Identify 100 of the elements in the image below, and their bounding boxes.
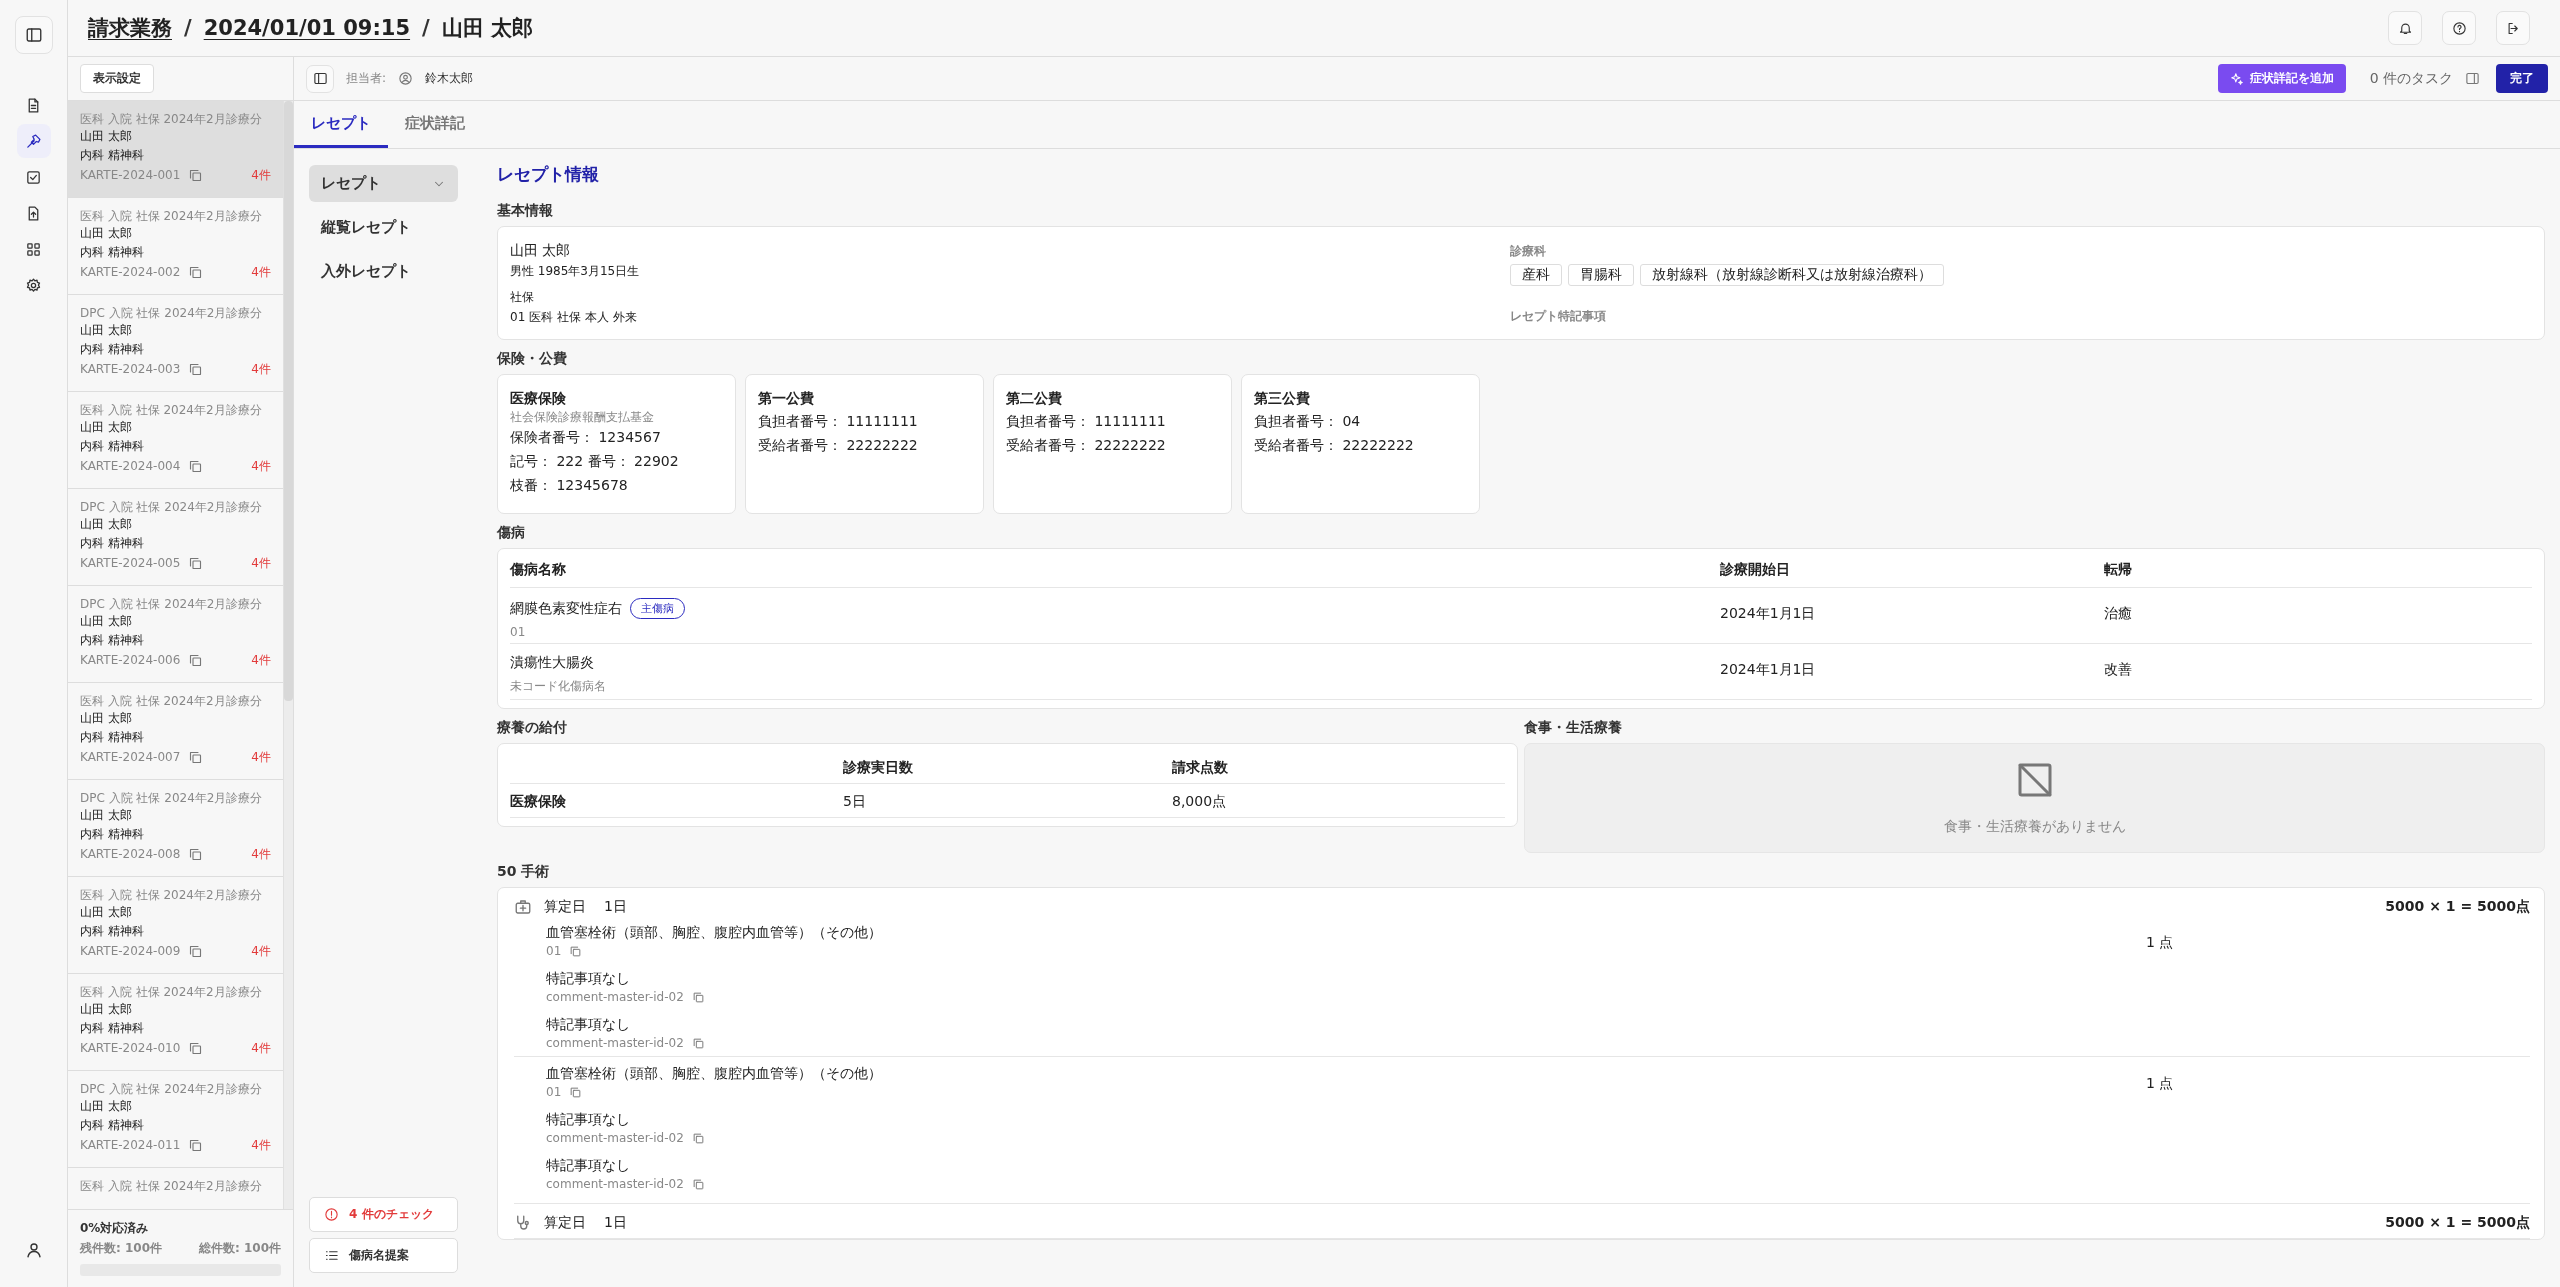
column-header: 請求点数	[1172, 759, 1229, 777]
user-circle-icon	[398, 71, 414, 86]
progress-label: 0%対応済み	[80, 1220, 150, 1237]
notifications-button[interactable]	[2388, 11, 2422, 45]
section-title: レセプト情報	[497, 163, 600, 186]
copy-icon[interactable]	[188, 1137, 204, 1153]
point-total: 5000 × 1 = 5000点	[2385, 1214, 2530, 1232]
logout-button[interactable]	[2496, 11, 2530, 45]
department-tag: 胃腸科	[1568, 264, 1634, 286]
record-category: 医科 入院 社保 2024年2月診療分	[80, 111, 263, 127]
patient-name: 山田 太郎	[80, 1001, 133, 1018]
record-category: 医科 入院 社保 2024年2月診療分	[80, 984, 263, 1000]
empty-message: 食事・生活療養がありません	[1943, 818, 2126, 836]
breadcrumb-link[interactable]: 2024/01/01 09:15	[203, 16, 411, 40]
copy-icon[interactable]	[188, 749, 204, 765]
sidebar-toggle-button[interactable]	[14, 16, 53, 54]
complete-button[interactable]: 完了	[2496, 64, 2548, 93]
field-label: 診療科	[1510, 243, 1547, 260]
patient-name: 山田 太郎	[510, 241, 572, 260]
copy-icon[interactable]	[188, 846, 204, 862]
section-heading: 食事・生活療養	[1524, 719, 1623, 737]
field-label: レセプト特記事項	[1510, 308, 1607, 325]
disease-code: 01	[510, 625, 527, 639]
patient-name: 山田 太郎	[80, 322, 133, 339]
breadcrumb-link[interactable]: 請求業務	[88, 14, 172, 42]
record-category: DPC 入院 社保 2024年2月診療分	[80, 1081, 264, 1097]
logout-icon	[2505, 20, 2521, 36]
section-nav-item[interactable]: レセプト	[309, 165, 458, 202]
side-panel-icon[interactable]	[2465, 71, 2480, 86]
insurance-detail: 01 医科 社保 本人 外来	[510, 309, 638, 326]
procedure-name: 血管塞栓術（頭部、胸腔、腹腔内血管等）（その他）	[546, 923, 883, 942]
issue-count: 4件	[251, 458, 271, 475]
comment-text: 特記事項なし	[546, 1110, 631, 1129]
bell-icon	[2397, 20, 2413, 36]
copy-icon[interactable]	[569, 1085, 583, 1099]
record-list-item[interactable]: 医科 入院 社保 2024年2月診療分 山田 太郎 内科 精神科 KARTE-2024-001 4件	[68, 101, 283, 198]
record-id: KARTE-2024-010	[80, 1040, 181, 1057]
outcome: 改善	[2104, 661, 2133, 679]
record-category: DPC 入院 社保 2024年2月診療分	[80, 305, 264, 321]
issue-count: 4件	[251, 749, 271, 766]
record-id: KARTE-2024-004	[80, 458, 181, 475]
calc-date: 1日	[604, 1214, 627, 1232]
record-category: 医科 入院 社保 2024年2月診療分	[80, 402, 263, 418]
check-button[interactable]: 4 件のチェック	[309, 1197, 458, 1232]
scrollbar[interactable]	[283, 101, 293, 1209]
issue-count: 4件	[251, 264, 271, 281]
record-id: KARTE-2024-011	[80, 1137, 181, 1154]
calc-date-label: 算定日	[544, 898, 586, 916]
table-cell-text: 5日	[843, 793, 867, 811]
row-header: 医療保険	[510, 793, 567, 811]
copy-icon[interactable]	[691, 1177, 705, 1191]
issue-count: 4件	[251, 846, 271, 863]
alert-icon	[324, 1207, 339, 1222]
insurance-type: 社保	[510, 289, 535, 306]
copy-icon[interactable]	[188, 167, 204, 183]
departments: 内科 精神科	[80, 341, 145, 358]
copy-icon[interactable]	[188, 555, 204, 571]
insurance-detail: 受給者番号： 22222222	[758, 436, 919, 455]
departments: 内科 精神科	[80, 923, 145, 940]
card-subtitle: 社会保険診療報酬支払基金	[510, 409, 655, 425]
departments: 内科 精神科	[80, 438, 145, 455]
copy-icon[interactable]	[691, 1131, 705, 1145]
display-settings-button[interactable]: 表示設定	[80, 64, 154, 93]
section-heading: 保険・公費	[497, 350, 568, 368]
nav-button[interactable]	[16, 124, 51, 158]
tab[interactable]: レセプト	[294, 101, 388, 148]
point-total: 5000 × 1 = 5000点	[2385, 898, 2530, 916]
patient-name: 山田 太郎	[80, 516, 133, 533]
departments: 内科 精神科	[80, 632, 145, 649]
record-category: 医科 入院 社保 2024年2月診療分	[80, 1178, 263, 1194]
copy-icon[interactable]	[691, 1036, 705, 1050]
copy-icon[interactable]	[188, 264, 204, 280]
disease-suggest-button[interactable]: 傷病名提案	[309, 1238, 458, 1273]
panel-toggle-button[interactable]	[306, 64, 334, 93]
copy-icon[interactable]	[188, 652, 204, 668]
comment-text: 特記事項なし	[546, 1156, 631, 1175]
insurance-detail: 受給者番号： 22222222	[1254, 436, 1415, 455]
record-category: DPC 入院 社保 2024年2月診療分	[80, 596, 264, 612]
copy-icon[interactable]	[188, 1040, 204, 1056]
start-date: 2024年1月1日	[1720, 661, 1817, 679]
copy-icon[interactable]	[691, 990, 705, 1004]
section-nav-item[interactable]: 縦覧レセプト	[309, 209, 458, 246]
patient-name: 山田 太郎	[80, 419, 133, 436]
user-icon	[24, 1241, 43, 1259]
outcome: 治癒	[2104, 605, 2133, 623]
stethoscope-icon	[514, 1214, 532, 1232]
medical-bag-icon	[514, 898, 532, 916]
patient-name: 山田 太郎	[80, 128, 133, 145]
sidebar-icon	[24, 26, 43, 44]
add-symptom-note-button[interactable]: 症状詳記を追加	[2217, 64, 2346, 93]
copy-icon[interactable]	[569, 944, 583, 958]
section-nav-item[interactable]: 入外レセプト	[309, 253, 458, 290]
help-button[interactable]	[2442, 11, 2476, 45]
department-tag: 産科	[1510, 264, 1562, 286]
remaining-count: 残件数: 100件	[80, 1240, 163, 1257]
copy-icon[interactable]	[188, 458, 204, 474]
patient-name: 山田 太郎	[80, 1098, 133, 1115]
tab[interactable]: 症状詳記	[388, 101, 482, 148]
copy-icon[interactable]	[188, 361, 204, 377]
copy-icon[interactable]	[188, 943, 204, 959]
